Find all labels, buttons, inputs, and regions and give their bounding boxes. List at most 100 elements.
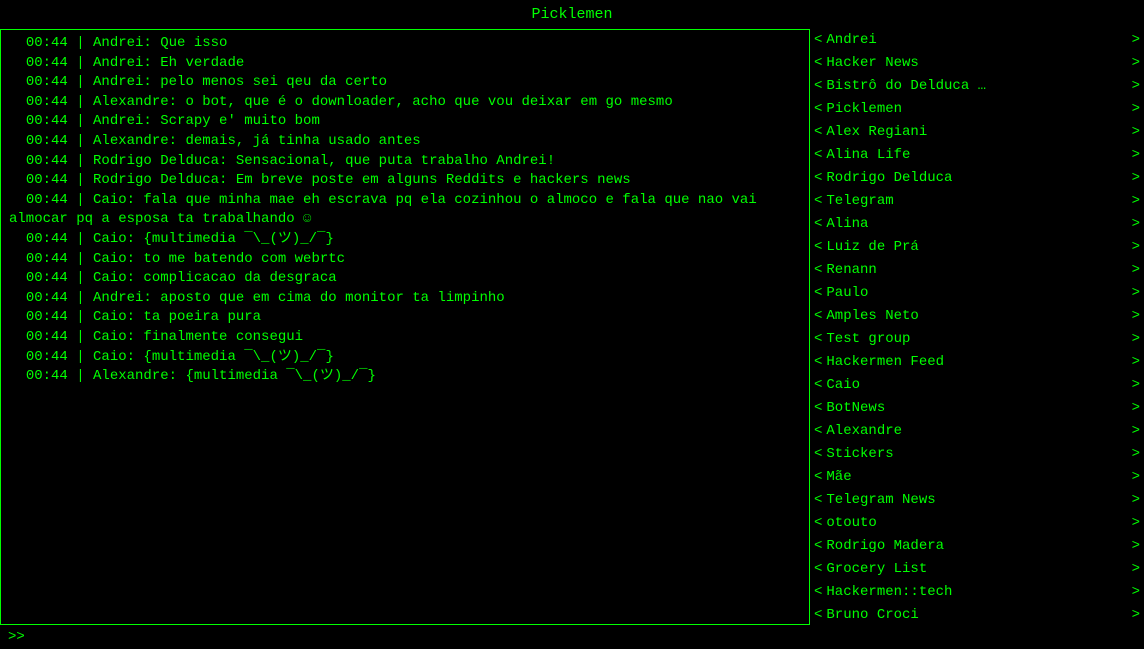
- chat-line: 00:44 | Andrei: pelo menos sei qeu da ce…: [9, 73, 801, 93]
- sidebar-right-bracket: >: [1132, 145, 1140, 166]
- sidebar-left-bracket: <: [814, 605, 822, 625]
- sidebar-right-bracket: >: [1132, 375, 1140, 396]
- sidebar-item-name: Hackermen Feed: [826, 352, 1127, 373]
- sidebar-item-name: BotNews: [826, 398, 1127, 419]
- sidebar-item[interactable]: < Alina Life >: [814, 144, 1140, 167]
- sidebar-item[interactable]: < Paulo >: [814, 282, 1140, 305]
- app-container: Picklemen 00:44 | Andrei: Que isso 00:44…: [0, 0, 1144, 649]
- prompt-text: >>: [8, 629, 25, 645]
- sidebar-item-name: Alexandre: [826, 421, 1127, 442]
- sidebar-right-bracket: >: [1132, 237, 1140, 258]
- sidebar-left-bracket: <: [814, 490, 822, 511]
- sidebar-right-bracket: >: [1132, 283, 1140, 304]
- sidebar-left-bracket: <: [814, 536, 822, 557]
- sidebar-item[interactable]: < Mãe >: [814, 466, 1140, 489]
- sidebar-right-bracket: >: [1132, 490, 1140, 511]
- chat-line: 00:44 | Caio: to me batendo com webrtc: [9, 250, 801, 270]
- sidebar-item[interactable]: < Alexandre >: [814, 420, 1140, 443]
- sidebar-item-name: Luiz de Prá: [826, 237, 1127, 258]
- sidebar-item[interactable]: < Bistrô do Delduca … >: [814, 75, 1140, 98]
- sidebar-right-bracket: >: [1132, 444, 1140, 465]
- chat-line: 00:44 | Rodrigo Delduca: Em breve poste …: [9, 171, 801, 191]
- chat-line: 00:44 | Alexandre: demais, já tinha usad…: [9, 132, 801, 152]
- sidebar: < Andrei >< Hacker News >< Bistrô do Del…: [810, 29, 1144, 625]
- sidebar-right-bracket: >: [1132, 99, 1140, 120]
- sidebar-right-bracket: >: [1132, 582, 1140, 603]
- sidebar-item[interactable]: < Amples Neto >: [814, 305, 1140, 328]
- prompt-bar[interactable]: >>: [0, 625, 1144, 649]
- sidebar-item-name: Picklemen: [826, 99, 1127, 120]
- sidebar-item[interactable]: < Telegram News >: [814, 489, 1140, 512]
- title-bar: Picklemen: [0, 0, 1144, 29]
- sidebar-item[interactable]: < BotNews >: [814, 397, 1140, 420]
- sidebar-item-name: Stickers: [826, 444, 1127, 465]
- sidebar-item-name: Grocery List: [826, 559, 1127, 580]
- sidebar-left-bracket: <: [814, 375, 822, 396]
- sidebar-item-name: otouto: [826, 513, 1127, 534]
- sidebar-item-name: Bruno Croci: [826, 605, 1127, 625]
- sidebar-right-bracket: >: [1132, 260, 1140, 281]
- sidebar-left-bracket: <: [814, 76, 822, 97]
- sidebar-right-bracket: >: [1132, 352, 1140, 373]
- sidebar-item[interactable]: < Picklemen >: [814, 98, 1140, 121]
- sidebar-left-bracket: <: [814, 191, 822, 212]
- sidebar-left-bracket: <: [814, 145, 822, 166]
- sidebar-item-name: Alina: [826, 214, 1127, 235]
- sidebar-item-name: Paulo: [826, 283, 1127, 304]
- chat-line: 00:44 | Caio: {multimedia ¯\_(ツ)_/¯}: [9, 230, 801, 250]
- sidebar-left-bracket: <: [814, 283, 822, 304]
- sidebar-item-name: Rodrigo Madera: [826, 536, 1127, 557]
- chat-line: 00:44 | Alexandre: {multimedia ¯\_(ツ)_/¯…: [9, 367, 801, 387]
- sidebar-item[interactable]: < otouto >: [814, 512, 1140, 535]
- sidebar-item[interactable]: < Test group >: [814, 328, 1140, 351]
- sidebar-item-name: Caio: [826, 375, 1127, 396]
- chat-line: 00:44 | Andrei: Que isso: [9, 34, 801, 54]
- sidebar-item[interactable]: < Telegram >: [814, 190, 1140, 213]
- sidebar-left-bracket: <: [814, 582, 822, 603]
- sidebar-item-name: Test group: [826, 329, 1127, 350]
- sidebar-left-bracket: <: [814, 329, 822, 350]
- sidebar-item[interactable]: < Hacker News >: [814, 52, 1140, 75]
- sidebar-item[interactable]: < Grocery List >: [814, 558, 1140, 581]
- sidebar-left-bracket: <: [814, 352, 822, 373]
- sidebar-left-bracket: <: [814, 306, 822, 327]
- sidebar-item[interactable]: < Alina >: [814, 213, 1140, 236]
- sidebar-right-bracket: >: [1132, 421, 1140, 442]
- main-area: 00:44 | Andrei: Que isso 00:44 | Andrei:…: [0, 29, 1144, 625]
- sidebar-item-name: Telegram News: [826, 490, 1127, 511]
- sidebar-right-bracket: >: [1132, 306, 1140, 327]
- sidebar-item[interactable]: < Rodrigo Madera >: [814, 535, 1140, 558]
- sidebar-item-name: Amples Neto: [826, 306, 1127, 327]
- sidebar-right-bracket: >: [1132, 53, 1140, 74]
- sidebar-left-bracket: <: [814, 444, 822, 465]
- sidebar-item[interactable]: < Alex Regiani >: [814, 121, 1140, 144]
- sidebar-item-name: Hacker News: [826, 53, 1127, 74]
- sidebar-item[interactable]: < Caio >: [814, 374, 1140, 397]
- sidebar-right-bracket: >: [1132, 76, 1140, 97]
- sidebar-right-bracket: >: [1132, 30, 1140, 51]
- chat-line: 00:44 | Andrei: aposto que em cima do mo…: [9, 289, 801, 309]
- sidebar-left-bracket: <: [814, 467, 822, 488]
- sidebar-right-bracket: >: [1132, 329, 1140, 350]
- app-title: Picklemen: [531, 6, 612, 23]
- sidebar-right-bracket: >: [1132, 168, 1140, 189]
- sidebar-item[interactable]: < Bruno Croci >: [814, 604, 1140, 625]
- sidebar-right-bracket: >: [1132, 536, 1140, 557]
- sidebar-right-bracket: >: [1132, 559, 1140, 580]
- chat-panel[interactable]: 00:44 | Andrei: Que isso 00:44 | Andrei:…: [0, 29, 810, 625]
- sidebar-item[interactable]: < Luiz de Prá >: [814, 236, 1140, 259]
- chat-line: 00:44 | Caio: finalmente consegui: [9, 328, 801, 348]
- sidebar-item-name: Telegram: [826, 191, 1127, 212]
- sidebar-left-bracket: <: [814, 237, 822, 258]
- chat-line: 00:44 | Caio: complicacao da desgraca: [9, 269, 801, 289]
- sidebar-item[interactable]: < Rodrigo Delduca >: [814, 167, 1140, 190]
- sidebar-item[interactable]: < Hackermen Feed >: [814, 351, 1140, 374]
- sidebar-item[interactable]: < Stickers >: [814, 443, 1140, 466]
- chat-line: 00:44 | Andrei: Scrapy e' muito bom: [9, 112, 801, 132]
- sidebar-right-bracket: >: [1132, 191, 1140, 212]
- sidebar-left-bracket: <: [814, 30, 822, 51]
- sidebar-item-name: Hackermen::tech: [826, 582, 1127, 603]
- sidebar-item[interactable]: < Renann >: [814, 259, 1140, 282]
- sidebar-item[interactable]: < Andrei >: [814, 29, 1140, 52]
- sidebar-item[interactable]: < Hackermen::tech >: [814, 581, 1140, 604]
